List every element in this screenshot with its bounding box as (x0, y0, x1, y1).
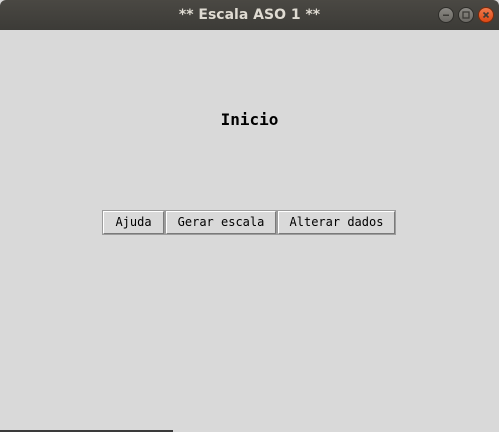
generate-scale-button[interactable]: Gerar escala (165, 210, 277, 235)
close-icon (482, 11, 490, 19)
close-button[interactable] (478, 7, 494, 23)
maximize-button[interactable] (458, 7, 474, 23)
title-bar[interactable]: ** Escala ASO 1 ** (0, 0, 499, 30)
minimize-icon (443, 14, 449, 16)
maximize-icon (462, 11, 470, 19)
edit-data-button[interactable]: Alterar dados (277, 210, 396, 235)
app-window: ** Escala ASO 1 ** Inicio Ajuda Gerar es… (0, 0, 499, 432)
minimize-button[interactable] (438, 7, 454, 23)
main-panel: Inicio Ajuda Gerar escala Alterar dados (0, 30, 499, 432)
window-title: ** Escala ASO 1 ** (178, 7, 321, 23)
help-button[interactable]: Ajuda (102, 210, 165, 235)
page-title: Inicio (220, 110, 279, 129)
